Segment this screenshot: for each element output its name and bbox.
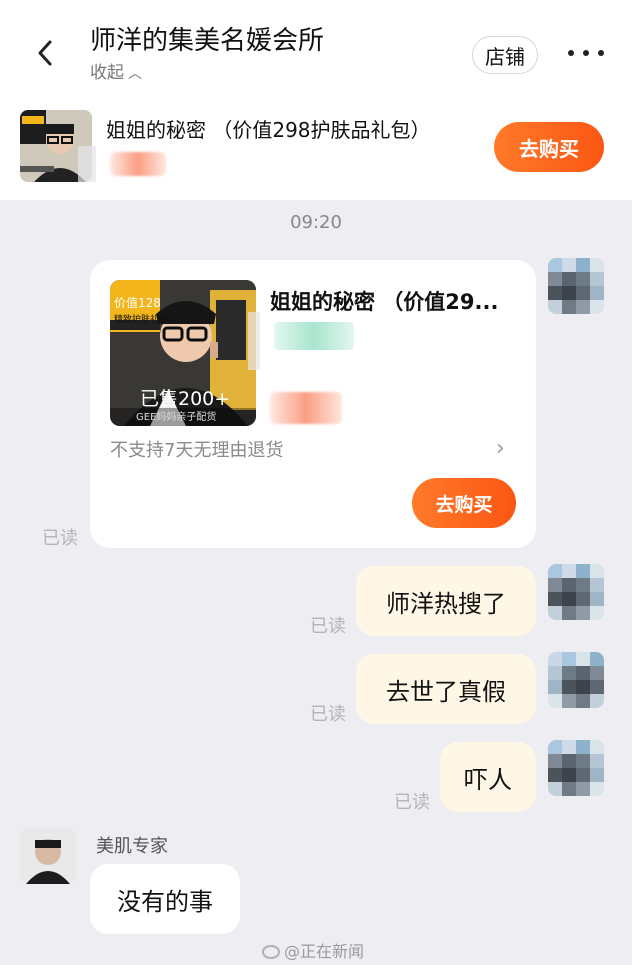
product-card-message[interactable]: 价值128 精致护肤礼包 已售200+ GEE妈妈亲子配货 姐姐的秘密 （价值2… [90,260,536,548]
chevron-left-icon [38,40,52,66]
chat-header: 师洋的集美名媛会所 收起 ︿ 店铺 姐姐的秘密 （价值298护肤品礼包） 去购买 [0,0,632,200]
sender-avatar[interactable] [20,828,76,884]
thumb-subtitle: 精致护肤礼包 [114,315,169,325]
my-avatar[interactable] [548,740,604,796]
promo-product-title: 姐姐的秘密 （价值298护肤品礼包） [106,118,431,142]
read-receipt: 已读 [394,792,430,813]
chevron-right-icon[interactable]: › [496,436,505,461]
blurred-tag [274,322,354,350]
thumb-brand: GEE妈妈亲子配货 [136,412,217,423]
more-options-icon[interactable] [568,38,604,68]
product-card-title: 姐姐的秘密 （价值29... [270,290,499,314]
collapse-toggle[interactable]: 收起 ︿ [90,58,142,83]
read-receipt: 已读 [310,704,346,725]
back-button[interactable] [28,30,68,76]
watermark-text: @正在新闻 [284,942,365,961]
my-avatar[interactable] [548,652,604,708]
sender-name: 美肌专家 [96,836,168,857]
my-message-bubble[interactable]: 吓人 [440,742,536,812]
thumb-price-tag: 价值128 [114,296,161,310]
store-button[interactable]: 店铺 [472,36,538,74]
chevron-up-icon: ︿ [128,66,142,82]
time-divider: 09:20 [290,212,342,233]
collapse-label: 收起 [90,63,124,83]
return-policy-note: 不支持7天无理由退货 [110,440,284,461]
blurred-region [78,146,96,182]
product-card-image[interactable]: 价值128 精致护肤礼包 已售200+ GEE妈妈亲子配货 [110,280,256,426]
sold-count: 已售200+ [140,388,231,410]
my-avatar[interactable] [548,564,604,620]
blurred-region [248,312,260,370]
weibo-icon [262,945,280,959]
my-message-bubble[interactable]: 去世了真假 [356,654,536,724]
read-receipt: 已读 [42,528,78,549]
shop-title: 师洋的集美名媛会所 [90,26,325,56]
promo-buy-button[interactable]: 去购买 [494,122,604,172]
my-message-bubble[interactable]: 师洋热搜了 [356,566,536,636]
other-message-bubble[interactable]: 没有的事 [90,864,240,934]
card-buy-button[interactable]: 去购买 [412,478,516,528]
watermark: @正在新闻 [262,938,364,962]
my-avatar[interactable] [548,258,604,314]
blurred-price [270,392,342,424]
read-receipt: 已读 [310,616,346,637]
blurred-price [110,152,166,176]
